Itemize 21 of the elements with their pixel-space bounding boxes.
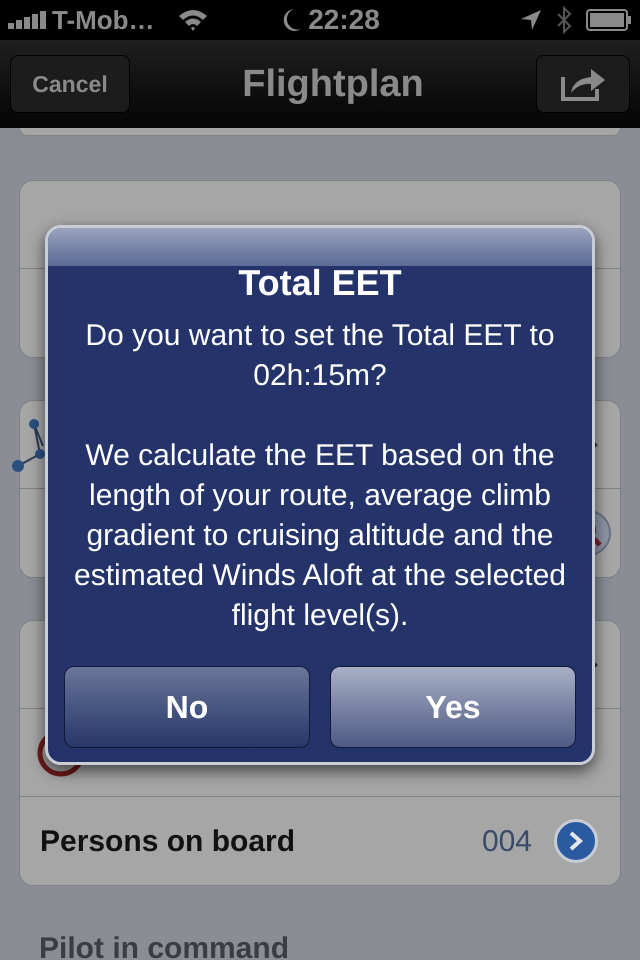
cancel-button[interactable]: Cancel (10, 55, 130, 113)
location-arrow-icon (520, 9, 542, 31)
alert-message: Do you want to set the Total EET to 02h:15m? (84, 318, 556, 394)
nav-title: Flightplan (242, 62, 424, 106)
time-text: 22:28 (308, 3, 380, 37)
alert-button[interactable]: No (64, 666, 310, 748)
signal-icon (8, 11, 46, 29)
carrier-text: T-Mob… (52, 4, 155, 36)
alert-title: Total EET (238, 261, 402, 305)
route-icon (12, 418, 46, 472)
row-label: Persons on board (40, 824, 296, 860)
value-text: 004 (482, 824, 532, 860)
alert-message: We calculate the EET based on the length of your route, average climb gradient to cruising altitude and the estimated Winds Aloft at the selected flight level(s). (73, 438, 567, 634)
wifi-icon (176, 8, 209, 32)
bluetooth-icon (556, 6, 572, 34)
detail-disclosure-button[interactable] (554, 819, 598, 863)
battery-icon (586, 9, 632, 31)
alert-button[interactable]: Yes (330, 666, 576, 748)
chevron-icon (568, 830, 584, 852)
share-button[interactable] (536, 55, 630, 113)
section-header: Pilot in command (39, 931, 290, 960)
